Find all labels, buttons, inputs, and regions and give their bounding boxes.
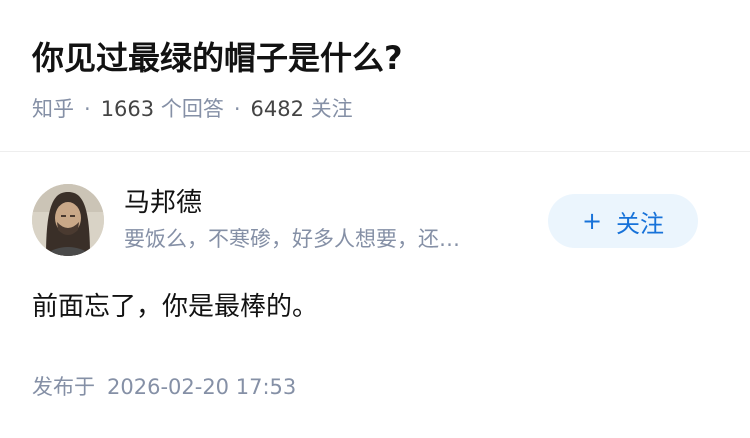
user-avatar-icon (32, 184, 104, 256)
plus-icon: + (581, 207, 603, 235)
follow-button[interactable]: + 关注 (548, 194, 698, 248)
section-divider (0, 151, 750, 152)
meta-separator: · (84, 97, 91, 121)
follow-count-label: 关注 (310, 97, 353, 121)
answer-content: 前面忘了，你是最棒的。 (32, 292, 319, 322)
answer-count: 1663 (100, 97, 155, 121)
answer-count-label: 个回答 (160, 97, 224, 121)
published-label: 发布于 (32, 375, 95, 399)
published-time: 2026-02-20 17:53 (107, 375, 297, 399)
question-title[interactable]: 你见过最绿的帽子是什么? (32, 30, 722, 86)
author-bio: 要饭么，不寒碜，好多人想要，还… (124, 227, 460, 251)
follow-count: 6482 (250, 97, 304, 121)
question-header: 你见过最绿的帽子是什么? 知乎 · 1663 个回答 · 6482 关注 (32, 30, 722, 126)
meta-separator: · (233, 97, 241, 121)
publish-info: 发布于 2026-02-20 17:53 (32, 370, 296, 404)
author-name[interactable]: 马邦德 (124, 184, 544, 222)
avatar[interactable] (32, 184, 104, 256)
source-label[interactable]: 知乎 (32, 97, 74, 121)
question-meta: 知乎 · 1663 个回答 · 6482 关注 (32, 92, 722, 126)
author-row: 马邦德 要饭么，不寒碜，好多人想要，还… + 关注 (32, 184, 718, 262)
follow-button-label: 关注 (616, 209, 665, 238)
author-info: 马邦德 要饭么，不寒碜，好多人想要，还… (124, 184, 544, 256)
